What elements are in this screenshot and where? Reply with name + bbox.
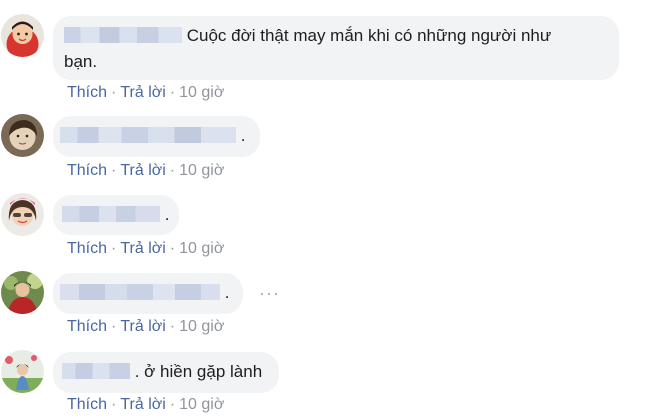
- comment-actions: Thích · Trả lời · 10 giờ: [67, 239, 224, 259]
- reply-link[interactable]: Trả lời: [120, 240, 165, 257]
- comment-time[interactable]: 10 giờ: [179, 396, 224, 413]
- comment-time[interactable]: 10 giờ: [179, 162, 224, 179]
- comment-bubble: .: [53, 273, 243, 314]
- separator-dot: ·: [169, 240, 176, 257]
- avatar[interactable]: [1, 271, 44, 314]
- comment-actions: Thích · Trả lời · 10 giờ: [67, 317, 224, 337]
- comment-bubble: .: [53, 195, 179, 235]
- comment-text: .: [164, 205, 170, 224]
- separator-dot: ·: [111, 318, 117, 335]
- like-link[interactable]: Thích: [67, 318, 107, 335]
- comment-time[interactable]: 10 giờ: [179, 318, 224, 335]
- comment-bubble: .: [53, 116, 260, 157]
- separator-dot: ·: [111, 162, 117, 179]
- comment-text: .: [240, 126, 246, 145]
- comment-bubble: . ở hiền gặp lành: [53, 352, 279, 393]
- comment-actions: Thích · Trả lời · 10 giờ: [67, 161, 224, 181]
- reply-link[interactable]: Trả lời: [120, 162, 165, 179]
- avatar[interactable]: [1, 193, 44, 236]
- separator-dot: ·: [111, 240, 117, 257]
- reply-link[interactable]: Trả lời: [120, 396, 165, 413]
- comment-actions: Thích · Trả lời · 10 giờ: [67, 83, 224, 103]
- comment-time[interactable]: 10 giờ: [179, 84, 224, 101]
- like-link[interactable]: Thích: [67, 162, 107, 179]
- reply-link[interactable]: Trả lời: [120, 318, 165, 335]
- comment-text: . ở hiền gặp lành: [134, 362, 263, 381]
- more-options-icon[interactable]: ···: [259, 283, 280, 304]
- comment-text: .: [224, 283, 230, 302]
- reply-link[interactable]: Trả lời: [120, 84, 165, 101]
- comment-time[interactable]: 10 giờ: [179, 240, 224, 257]
- separator-dot: ·: [111, 84, 117, 101]
- avatar[interactable]: [1, 14, 44, 57]
- like-link[interactable]: Thích: [67, 84, 107, 101]
- separator-dot: ·: [169, 84, 176, 101]
- like-link[interactable]: Thích: [67, 396, 107, 413]
- redacted-name: [62, 205, 160, 222]
- comment-text-line2: bạn.: [64, 52, 98, 71]
- redacted-name: [60, 126, 236, 143]
- comment-text: Cuộc đời thật may mắn khi có những người…: [186, 26, 552, 45]
- separator-dot: ·: [169, 318, 176, 335]
- avatar[interactable]: [1, 350, 44, 393]
- comment-bubble: Cuộc đời thật may mắn khi có những người…: [53, 16, 619, 80]
- like-link[interactable]: Thích: [67, 240, 107, 257]
- redacted-name: [60, 283, 220, 300]
- comment-actions: Thích · Trả lời · 10 giờ: [67, 395, 224, 415]
- separator-dot: ·: [111, 396, 117, 413]
- avatar[interactable]: [1, 114, 44, 157]
- separator-dot: ·: [169, 162, 176, 179]
- redacted-name: [62, 362, 130, 379]
- separator-dot: ·: [169, 396, 176, 413]
- redacted-name: [64, 26, 182, 43]
